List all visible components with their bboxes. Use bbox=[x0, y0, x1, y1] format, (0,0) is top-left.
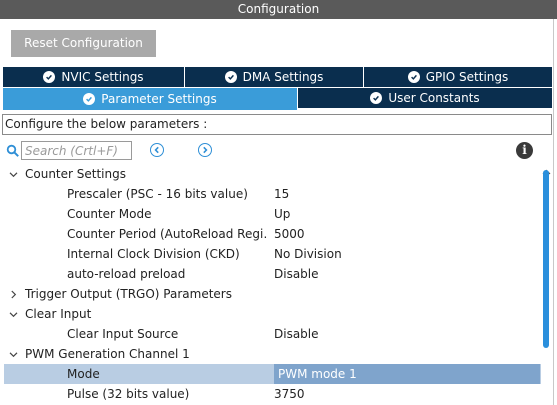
param-row-pulse[interactable]: Pulse (32 bits value) 3750 bbox=[4, 384, 541, 404]
window-title: Configuration bbox=[0, 0, 557, 19]
group-label: Clear Input bbox=[25, 307, 92, 321]
group-label: Trigger Output (TRGO) Parameters bbox=[25, 287, 232, 301]
info-icon[interactable]: i bbox=[516, 142, 533, 159]
check-circle-icon bbox=[43, 71, 56, 83]
param-value[interactable]: 15 bbox=[274, 184, 540, 204]
search-icon bbox=[6, 144, 20, 158]
param-value[interactable]: Disable bbox=[274, 264, 540, 284]
check-circle-icon bbox=[370, 92, 383, 104]
chevron-right-icon bbox=[203, 146, 208, 154]
chevron-down-icon[interactable] bbox=[8, 304, 18, 324]
param-row-counter-period[interactable]: Counter Period (AutoReload Regi… 5000 bbox=[4, 224, 541, 244]
chevron-right-icon[interactable] bbox=[8, 284, 18, 304]
scrollbar-thumb[interactable] bbox=[543, 170, 549, 348]
param-name: Clear Input Source bbox=[67, 327, 179, 341]
param-name: Mode bbox=[67, 367, 100, 381]
param-row-pwm-mode[interactable]: Mode PWM mode 1 bbox=[4, 364, 541, 384]
param-value[interactable]: No Division bbox=[274, 244, 540, 264]
tab-label: NVIC Settings bbox=[61, 70, 144, 84]
param-row-auto-reload-preload[interactable]: auto-reload preload Disable bbox=[4, 264, 541, 284]
check-circle-icon bbox=[224, 71, 237, 83]
group-label: Counter Settings bbox=[25, 167, 126, 181]
group-label: PWM Generation Channel 1 bbox=[25, 347, 190, 361]
param-row-clock-division[interactable]: Internal Clock Division (CKD) No Divisio… bbox=[4, 244, 541, 264]
group-clear-input[interactable]: Clear Input bbox=[4, 304, 541, 324]
param-name: auto-reload preload bbox=[67, 267, 186, 281]
next-match-button[interactable] bbox=[198, 143, 212, 157]
param-value[interactable]: Up bbox=[274, 204, 540, 224]
param-value[interactable]: Disable bbox=[274, 324, 540, 344]
tab-parameter-settings[interactable]: Parameter Settings bbox=[3, 88, 297, 110]
tab-label: User Constants bbox=[388, 91, 480, 105]
check-circle-icon bbox=[407, 71, 420, 83]
chevron-down-icon[interactable] bbox=[8, 344, 18, 364]
description-box: Configure the below parameters : bbox=[2, 114, 552, 135]
reset-configuration-button[interactable]: Reset Configuration bbox=[11, 30, 156, 57]
search-input[interactable] bbox=[21, 141, 132, 160]
panel-border bbox=[553, 19, 554, 405]
param-row-prescaler[interactable]: Prescaler (PSC - 16 bits value) 15 bbox=[4, 184, 541, 204]
param-value[interactable]: 3750 bbox=[274, 384, 540, 404]
tab-label: GPIO Settings bbox=[425, 70, 509, 84]
param-name: Prescaler (PSC - 16 bits value) bbox=[67, 187, 248, 201]
tab-label: DMA Settings bbox=[242, 70, 324, 84]
parameter-tree: Counter Settings Prescaler (PSC - 16 bit… bbox=[0, 164, 541, 405]
tab-dma-settings[interactable]: DMA Settings bbox=[185, 67, 363, 87]
group-pwm-channel-1[interactable]: PWM Generation Channel 1 bbox=[4, 344, 541, 364]
chevron-down-icon[interactable] bbox=[8, 164, 18, 184]
tab-gpio-settings[interactable]: GPIO Settings bbox=[364, 67, 552, 87]
param-name: Counter Mode bbox=[67, 207, 152, 221]
param-name: Counter Period (AutoReload Regi… bbox=[67, 227, 268, 241]
param-value[interactable]: PWM mode 1 bbox=[274, 364, 540, 384]
check-circle-icon bbox=[83, 93, 96, 105]
chevron-left-icon bbox=[154, 146, 159, 154]
tab-user-constants[interactable]: User Constants bbox=[298, 88, 552, 108]
param-row-counter-mode[interactable]: Counter Mode Up bbox=[4, 204, 541, 224]
param-row-clear-input-source[interactable]: Clear Input Source Disable bbox=[4, 324, 541, 344]
group-counter-settings[interactable]: Counter Settings bbox=[4, 164, 541, 184]
tab-label: Parameter Settings bbox=[101, 92, 217, 106]
param-name: Internal Clock Division (CKD) bbox=[67, 247, 240, 261]
tab-nvic-settings[interactable]: NVIC Settings bbox=[3, 67, 184, 87]
vertical-scrollbar[interactable] bbox=[541, 164, 551, 405]
param-name: Pulse (32 bits value) bbox=[67, 387, 190, 401]
group-trigger-output[interactable]: Trigger Output (TRGO) Parameters bbox=[4, 284, 541, 304]
param-value[interactable]: 5000 bbox=[274, 224, 540, 244]
previous-match-button[interactable] bbox=[150, 143, 164, 157]
